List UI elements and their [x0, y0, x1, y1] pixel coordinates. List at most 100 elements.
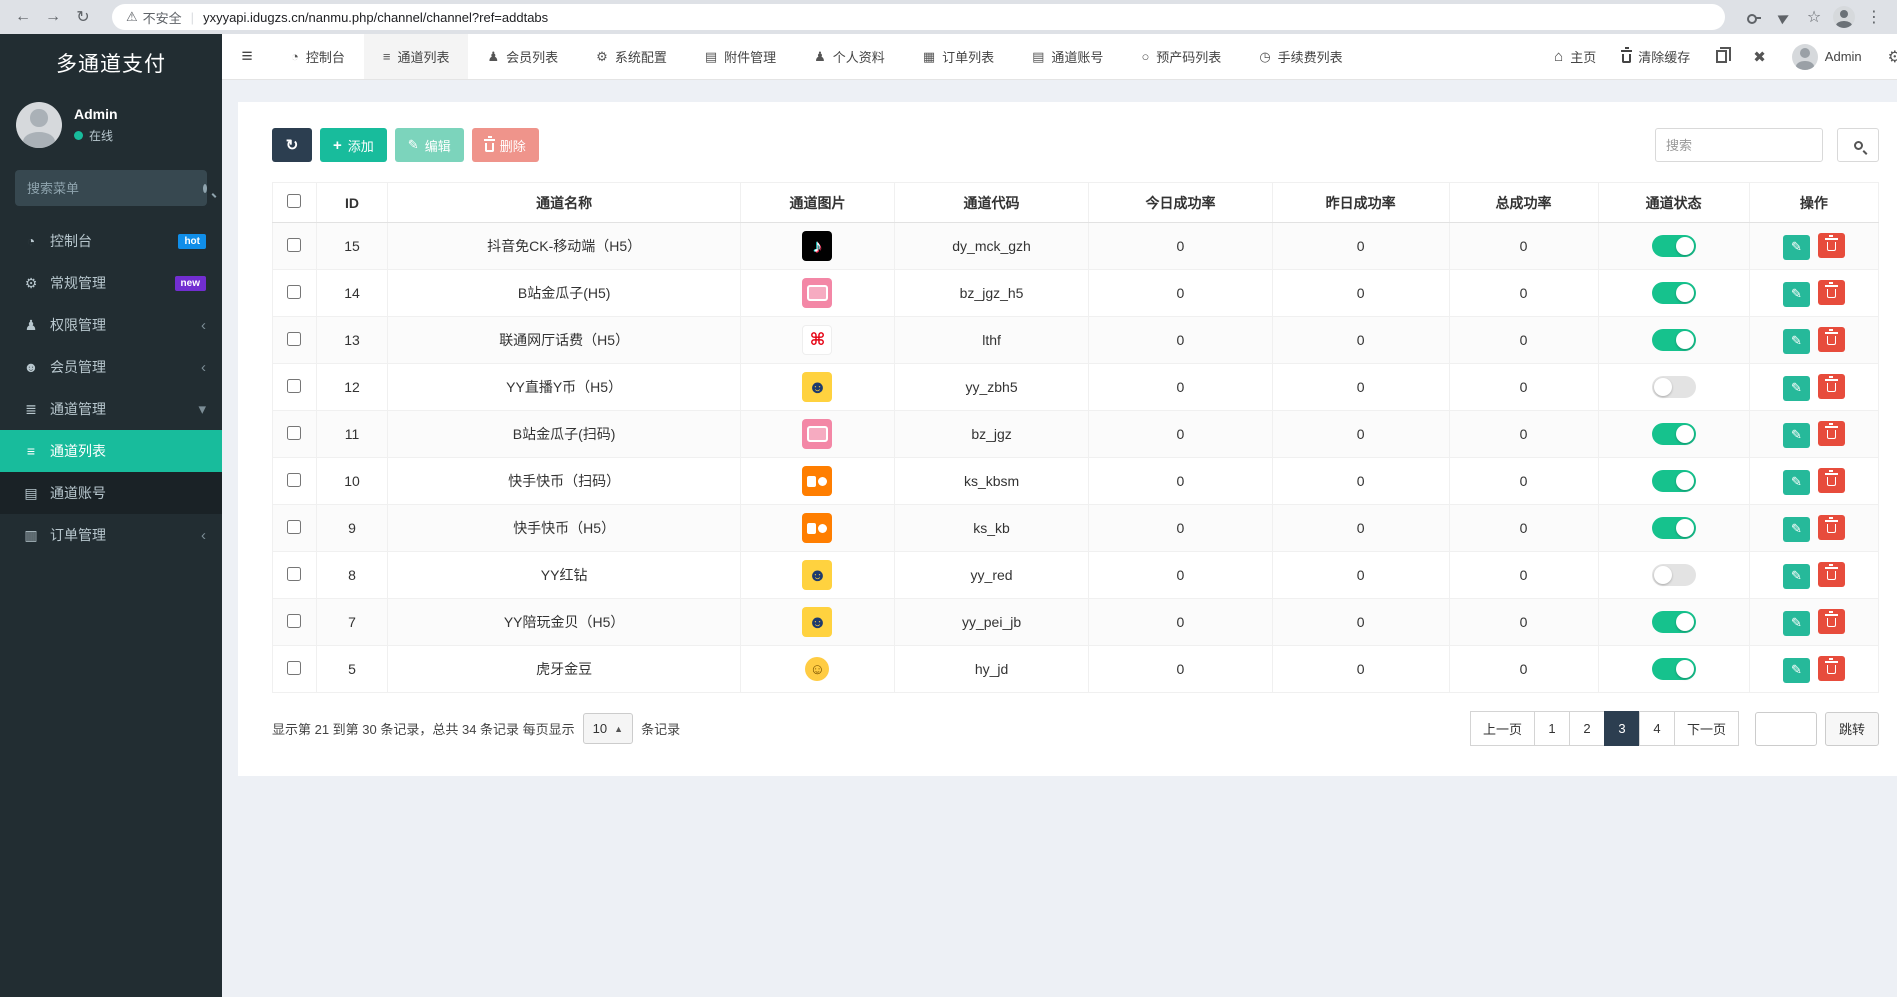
next-page-button[interactable]: 下一页: [1674, 711, 1739, 746]
address-bar[interactable]: ⚠ 不安全 | yxyyapi.idugzs.cn/nanmu.php/chan…: [112, 4, 1725, 30]
delete-row-button[interactable]: [1818, 421, 1845, 446]
copy-icon[interactable]: [1716, 50, 1727, 63]
fullscreen-icon[interactable]: ✖: [1753, 48, 1766, 66]
top-nav-tab[interactable]: ♟ 个人资料: [795, 34, 904, 80]
edit-row-button[interactable]: [1783, 376, 1810, 401]
home-link[interactable]: 主页: [1554, 47, 1596, 66]
browser-forward-button[interactable]: →: [40, 4, 66, 30]
delete-row-button[interactable]: [1818, 327, 1845, 352]
jump-button[interactable]: 跳转: [1825, 712, 1879, 746]
edit-row-button[interactable]: [1783, 423, 1810, 448]
browser-back-button[interactable]: ←: [10, 4, 36, 30]
sidebar-menu-item[interactable]: ⚙ 常规管理 new: [0, 262, 222, 304]
page-size-select[interactable]: 10 ▲: [583, 713, 633, 744]
bilibili-channel-image: [802, 278, 832, 308]
edit-row-button[interactable]: [1783, 517, 1810, 542]
edit-row-button[interactable]: [1783, 470, 1810, 495]
channel-status-toggle[interactable]: [1652, 329, 1696, 351]
edit-row-button[interactable]: [1783, 564, 1810, 589]
row-checkbox[interactable]: [287, 332, 301, 346]
gear-icon[interactable]: ⚙: [1888, 47, 1897, 67]
cell-channel-code: yy_red: [895, 552, 1089, 599]
table-footer: 显示第 21 到第 30 条记录，总共 34 条记录 每页显示 10 ▲ 条记录…: [272, 711, 1879, 746]
edit-row-button[interactable]: [1783, 611, 1810, 636]
delete-row-button[interactable]: [1818, 374, 1845, 399]
delete-row-button[interactable]: [1818, 656, 1845, 681]
delete-row-button[interactable]: [1818, 233, 1845, 258]
prev-page-button[interactable]: 上一页: [1470, 711, 1535, 746]
channel-status-toggle[interactable]: [1652, 517, 1696, 539]
user-icon: ♟: [814, 49, 826, 65]
sidebar-menu-item[interactable]: ♟ 权限管理 ‹: [0, 304, 222, 346]
edit-row-button[interactable]: [1783, 329, 1810, 354]
jump-page-input[interactable]: [1755, 712, 1817, 746]
row-checkbox[interactable]: [287, 567, 301, 581]
delete-button[interactable]: 删除: [472, 128, 539, 162]
delete-row-button[interactable]: [1818, 562, 1845, 587]
row-checkbox[interactable]: [287, 426, 301, 440]
page-button-3[interactable]: 3: [1604, 711, 1640, 746]
hamburger-menu-icon[interactable]: ≡: [222, 34, 272, 80]
add-button[interactable]: 添加: [320, 128, 387, 162]
sidebar-menu-item[interactable]: ≡ 通道列表: [0, 430, 222, 472]
channel-status-toggle[interactable]: [1652, 470, 1696, 492]
top-nav-tab[interactable]: ⚙ 系统配置: [577, 34, 686, 80]
channel-status-toggle[interactable]: [1652, 564, 1696, 586]
sidebar-menu-item[interactable]: ▤ 通道账号: [0, 472, 222, 514]
page-button-4[interactable]: 4: [1639, 711, 1675, 746]
sidebar-search-input[interactable]: [27, 181, 203, 196]
browser-menu-icon[interactable]: ⋮: [1861, 4, 1887, 30]
top-nav-tab[interactable]: ○ 预产码列表: [1122, 34, 1240, 80]
refresh-button[interactable]: [272, 128, 312, 162]
sidebar-menu-item[interactable]: ☻ 会员管理 ‹: [0, 346, 222, 388]
row-checkbox[interactable]: [287, 473, 301, 487]
top-nav-tab[interactable]: ♟ 会员列表: [468, 34, 577, 80]
page-button-1[interactable]: 1: [1534, 711, 1570, 746]
delete-row-button[interactable]: [1818, 468, 1845, 493]
sidebar-menu-item[interactable]: ▥ 订单管理 ‹: [0, 514, 222, 556]
edit-row-button[interactable]: [1783, 235, 1810, 260]
row-checkbox[interactable]: [287, 614, 301, 628]
page-button-2[interactable]: 2: [1569, 711, 1605, 746]
row-checkbox[interactable]: [287, 379, 301, 393]
channel-status-toggle[interactable]: [1652, 282, 1696, 304]
row-checkbox[interactable]: [287, 520, 301, 534]
cell-yesterday-rate: 0: [1272, 411, 1449, 458]
channel-status-toggle[interactable]: [1652, 423, 1696, 445]
top-nav-tab[interactable]: ◔ 控制台: [272, 34, 364, 80]
select-all-checkbox[interactable]: [287, 194, 301, 208]
channel-status-toggle[interactable]: [1652, 376, 1696, 398]
browser-refresh-button[interactable]: ↻: [70, 4, 96, 30]
key-icon[interactable]: [1741, 4, 1767, 30]
edit-row-button[interactable]: [1783, 658, 1810, 683]
delete-row-button[interactable]: [1818, 515, 1845, 540]
edit-row-button[interactable]: [1783, 282, 1810, 307]
delete-row-button[interactable]: [1818, 609, 1845, 634]
bookmark-star-icon[interactable]: ☆: [1801, 4, 1827, 30]
delete-row-button[interactable]: [1818, 280, 1845, 305]
row-checkbox[interactable]: [287, 285, 301, 299]
table-toolbar: 添加 编辑 删除: [272, 128, 1879, 162]
top-nav-tab[interactable]: ▤ 附件管理: [686, 34, 795, 80]
table-search-input[interactable]: [1655, 128, 1823, 162]
edit-button[interactable]: 编辑: [395, 128, 464, 162]
row-checkbox[interactable]: [287, 661, 301, 675]
cell-channel-name: 虎牙金豆: [388, 646, 741, 693]
top-nav-tab[interactable]: ▦ 订单列表: [904, 34, 1013, 80]
top-nav-tab[interactable]: ≡ 通道列表: [364, 34, 469, 80]
browser-profile-avatar[interactable]: [1831, 4, 1857, 30]
channel-status-toggle[interactable]: [1652, 658, 1696, 680]
trash-icon: [485, 143, 494, 152]
search-icon[interactable]: [203, 184, 207, 193]
top-nav-tab[interactable]: ◷ 手续费列表: [1240, 34, 1361, 80]
sidebar-menu-item[interactable]: ≣ 通道管理 ▾: [0, 388, 222, 430]
top-nav-tab[interactable]: ▤ 通道账号: [1013, 34, 1122, 80]
send-icon[interactable]: ▶: [1771, 4, 1797, 30]
clear-cache-link[interactable]: 清除缓存: [1622, 47, 1690, 66]
navbar-user[interactable]: Admin: [1792, 44, 1862, 70]
channel-status-toggle[interactable]: [1652, 235, 1696, 257]
row-checkbox[interactable]: [287, 238, 301, 252]
table-search-button[interactable]: [1837, 128, 1879, 162]
channel-status-toggle[interactable]: [1652, 611, 1696, 633]
sidebar-menu-item[interactable]: ◔ 控制台 hot: [0, 220, 222, 262]
